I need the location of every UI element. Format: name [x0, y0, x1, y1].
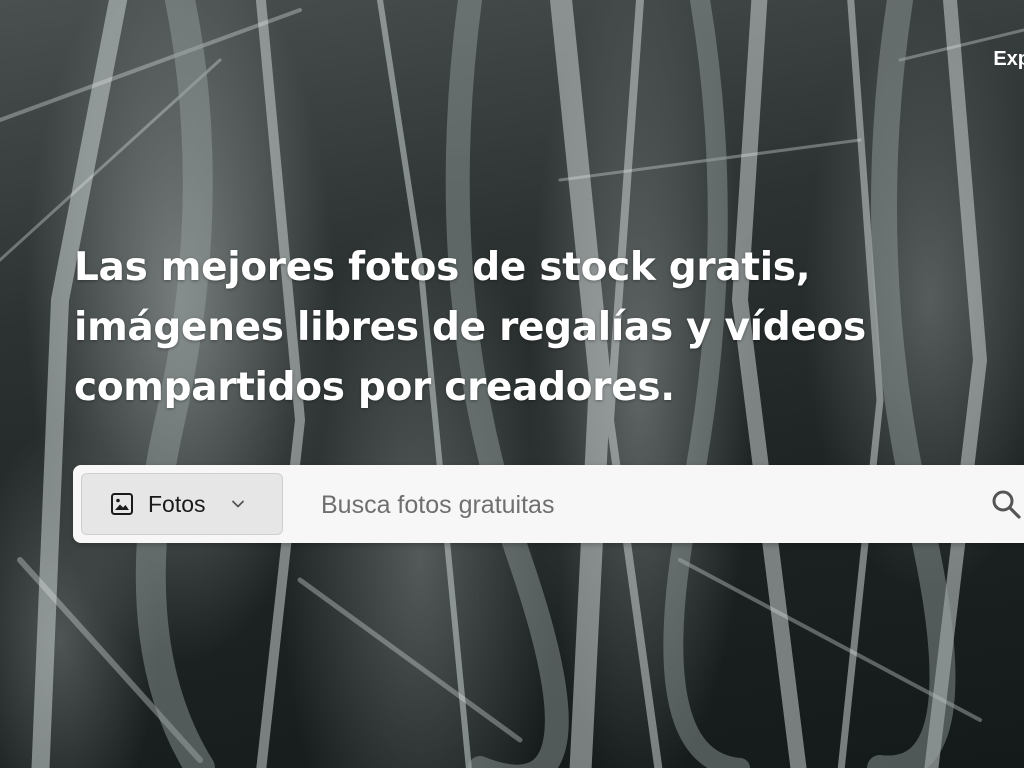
search-icon[interactable]: [989, 487, 1023, 521]
hero-headline: Las mejores fotos de stock gratis, imáge…: [74, 238, 954, 418]
headline-line: compartidos por creadores.: [74, 365, 675, 410]
search-input[interactable]: [319, 487, 963, 523]
headline-line: Las mejores fotos de stock gratis,: [74, 245, 811, 290]
headline-line: imágenes libres de regalías y vídeos: [74, 305, 866, 350]
chevron-down-icon: [232, 500, 244, 508]
image-icon: [111, 493, 133, 515]
search-bar: Fotos: [73, 465, 1024, 543]
hero-section: Exp Las mejores fotos de stock gratis, i…: [0, 0, 1024, 768]
media-type-label: Fotos: [148, 491, 206, 517]
media-type-dropdown[interactable]: Fotos: [81, 473, 283, 535]
nav-explore-link[interactable]: Exp: [993, 48, 1024, 71]
